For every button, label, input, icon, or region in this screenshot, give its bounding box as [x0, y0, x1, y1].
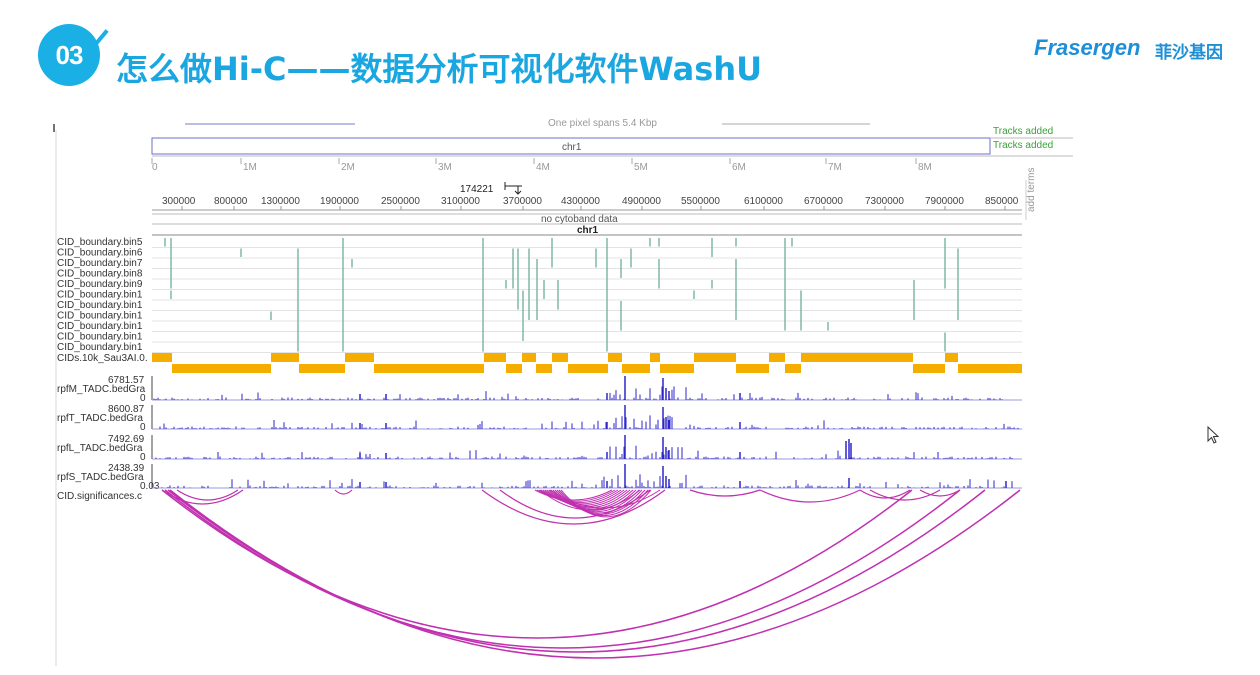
signal-tracks: rpfM_TADC.bedGra6781.570rpfT_TADC.bedGra…: [57, 375, 1022, 492]
coord-tick-label: 2500000: [381, 196, 420, 207]
tracks-added-message-2: Tracks added: [993, 140, 1053, 151]
megabase-ruler: 0 1M 2M 3M 4M 5M 6M 7M 8M: [151, 158, 932, 173]
cid-domain-block: [484, 353, 506, 362]
signal-track-max: 8600.87: [108, 404, 145, 415]
cytoband-message: no cytoband data: [541, 214, 618, 225]
coord-tick-label: 7900000: [925, 196, 964, 207]
signal-track-min: 0: [140, 422, 146, 433]
section-number-badge: 03: [38, 24, 100, 86]
boundary-track-labels: CID_boundary.bin5CID_boundary.bin6CID_bo…: [57, 237, 143, 353]
cid-domain-track: [152, 353, 1022, 373]
boundary-track-label: CID_boundary.bin1: [57, 290, 143, 301]
washu-genome-browser: One pixel spans 5.4 Kbp chr1 Tracks adde…: [0, 110, 1260, 670]
signal-track-max: 7492.69: [108, 434, 145, 445]
coordinate-ruler: 300000 800000 1300000 1900000 2500000 3100000…: [152, 196, 1022, 211]
cid-domain-block: [945, 353, 958, 362]
mb-tick-label: 1M: [243, 162, 257, 173]
coord-tick-label: 4900000: [622, 196, 661, 207]
boundary-track-label: CID_boundary.bin1: [57, 321, 143, 332]
significance-arc-track: [161, 489, 1021, 659]
boundary-track-label: CID_boundary.bin8: [57, 269, 143, 280]
boundary-track-label: CID_boundary.bin5: [57, 237, 143, 248]
significance-track-label: CID.significances.c: [57, 491, 142, 502]
mb-tick-label: 6M: [732, 162, 746, 173]
cid-domain-block: [958, 364, 1022, 373]
significance-arc: [759, 489, 861, 503]
cid-domain-block: [608, 353, 622, 362]
coord-tick-label: 3100000: [441, 196, 480, 207]
cid-domain-block: [694, 353, 736, 362]
chromosome-label: chr1: [577, 225, 599, 236]
company-logo: Frasergen: [1034, 35, 1141, 60]
mb-tick-label: 3M: [438, 162, 452, 173]
signal-track-min: 0: [140, 393, 146, 404]
cid-domain-block: [506, 364, 522, 373]
cid-domain-block: [650, 353, 660, 362]
cid-domain-block: [172, 364, 271, 373]
boundary-track-label: CID_boundary.bin1: [57, 300, 143, 311]
position-marker-icon: [504, 182, 522, 195]
cid-domain-block: [736, 364, 769, 373]
mouse-pointer-icon: [1207, 425, 1221, 451]
boundary-tracks: [152, 238, 1022, 353]
coord-tick-label: 6700000: [804, 196, 843, 207]
company-logo-chinese: 菲沙基因: [1155, 43, 1223, 63]
cid-domain-block: [801, 353, 913, 362]
cids-track-label: CIDs.10k_Sau3AI.0.: [57, 353, 148, 364]
coord-tick-label: 3700000: [503, 196, 542, 207]
boundary-track-label: CID_boundary.bin1: [57, 332, 143, 343]
coord-tick-label: 6100000: [744, 196, 783, 207]
coord-tick-label: 1900000: [320, 196, 359, 207]
position-label: 174221: [460, 184, 494, 195]
signal-track-max: 2438.39: [108, 463, 145, 474]
cid-domain-block: [522, 353, 536, 362]
significance-arc: [334, 489, 353, 495]
coord-tick-label: 1300000: [261, 196, 300, 207]
slide-header: 03 怎么做Hi-C——数据分析可视化软件WashU Frasergen 菲沙基…: [0, 0, 1260, 100]
mb-tick-label: 2M: [341, 162, 355, 173]
coord-tick-label: 4300000: [561, 196, 600, 207]
mb-tick-label: 0: [152, 162, 158, 173]
cid-domain-block: [769, 353, 785, 362]
add-terms-button[interactable]: add terms: [1026, 168, 1037, 212]
cid-domain-block: [785, 364, 801, 373]
tracks-added-message-1: Tracks added: [993, 126, 1053, 137]
cid-domain-block: [913, 364, 945, 373]
cid-domain-block: [345, 353, 374, 362]
coord-tick-label: 300000: [162, 196, 196, 207]
coord-tick-label: 7300000: [865, 196, 904, 207]
boundary-track-label: CID_boundary.bin1: [57, 342, 143, 353]
mb-tick-label: 8M: [918, 162, 932, 173]
coord-tick-label: 5500000: [681, 196, 720, 207]
cid-domain-block: [271, 353, 299, 362]
boundary-track-label: CID_boundary.bin9: [57, 279, 143, 290]
coord-tick-label: 850000: [985, 196, 1019, 207]
cid-domain-block: [152, 353, 172, 362]
signal-track-min: 0: [140, 452, 146, 463]
cid-domain-block: [568, 364, 608, 373]
signal-track-max: 6781.57: [108, 375, 145, 386]
mb-tick-label: 4M: [536, 162, 550, 173]
cid-domain-block: [374, 364, 484, 373]
signal-track-min: 0.03: [140, 481, 160, 492]
chromosome-overview-label: chr1: [562, 142, 582, 153]
cid-domain-block: [552, 353, 568, 362]
boundary-track-label: CID_boundary.bin6: [57, 248, 143, 259]
cid-domain-block: [660, 364, 694, 373]
significance-arc: [689, 489, 761, 497]
slide-title: 怎么做Hi-C——数据分析可视化软件WashU: [116, 50, 763, 88]
boundary-track-label: CID_boundary.bin1: [57, 311, 143, 322]
cid-domain-block: [622, 364, 650, 373]
boundary-track-label: CID_boundary.bin7: [57, 258, 143, 269]
cid-domain-block: [299, 364, 345, 373]
coord-tick-label: 800000: [214, 196, 248, 207]
top-ruler: One pixel spans 5.4 Kbp: [185, 118, 870, 129]
mb-tick-label: 5M: [634, 162, 648, 173]
mb-tick-label: 7M: [828, 162, 842, 173]
top-ruler-label: One pixel spans 5.4 Kbp: [548, 118, 657, 129]
cid-domain-block: [536, 364, 552, 373]
